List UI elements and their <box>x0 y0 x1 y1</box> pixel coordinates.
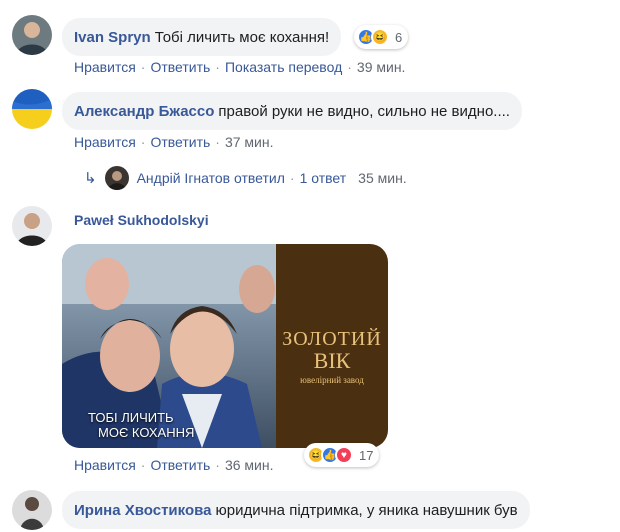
reactions-summary[interactable]: 😆 👍 ♥ 17 <box>304 443 380 467</box>
avatar[interactable] <box>12 206 52 246</box>
timestamp[interactable]: 36 мин. <box>225 457 274 473</box>
avatar[interactable] <box>12 15 52 55</box>
separator: · <box>215 457 220 473</box>
comment-author[interactable]: Александр Бжассо <box>74 103 214 120</box>
comment-bubble: Ирина Хвостикова юридична підтримка, у я… <box>62 491 530 529</box>
replier-name[interactable]: Андрій Ігнатов ответил <box>137 170 285 186</box>
separator: · <box>140 457 146 473</box>
comment-bubble: Александр Бжассо правой руки не видно, с… <box>62 92 522 130</box>
comment-text: правой руки не видно, сильно не видно...… <box>218 102 510 120</box>
separator: · <box>215 59 220 75</box>
like-link[interactable]: Нравится <box>74 457 136 473</box>
love-reaction-icon: ♥ <box>335 446 353 464</box>
timestamp[interactable]: 39 мин. <box>357 59 406 75</box>
brand-title: ВІК <box>313 348 351 373</box>
comment-text: Тобі личить моє кохання! <box>154 28 330 46</box>
separator: · <box>289 170 295 186</box>
replies-summary[interactable]: ↳ Андрій Ігнатов ответил · 1 ответ 35 ми… <box>84 163 407 193</box>
like-link[interactable]: Нравится <box>74 134 136 150</box>
reply-link[interactable]: Ответить <box>150 457 210 473</box>
image-caption: ТОБІ ЛИЧИТЬ МОЄ КОХАННЯ <box>76 410 194 440</box>
caption-line: МОЄ КОХАННЯ <box>98 425 195 440</box>
replier-avatar[interactable] <box>104 166 129 190</box>
reply-count[interactable]: 1 ответ <box>300 170 347 186</box>
comment-actions: Нравится · Ответить · 36 мин. <box>74 457 274 473</box>
reaction-count: 6 <box>395 29 403 45</box>
comment-author[interactable]: Ivan Spryn <box>74 29 151 46</box>
comment-actions: Нравится · Ответить · Показать перевод ·… <box>74 59 405 75</box>
avatar[interactable] <box>12 89 52 129</box>
separator: · <box>140 59 146 75</box>
comment-text: юридична підтримка, у яника навушник був <box>215 501 518 519</box>
separator: · <box>347 59 352 75</box>
separator: · <box>215 134 220 150</box>
haha-reaction-icon: 😆 <box>371 28 389 46</box>
comment-author[interactable]: Ирина Хвостикова <box>74 502 211 519</box>
avatar[interactable] <box>12 490 52 530</box>
reply-arrow-icon: ↳ <box>84 170 97 187</box>
reply-link[interactable]: Ответить <box>150 59 210 75</box>
timestamp[interactable]: 37 мин. <box>225 134 274 150</box>
comment-author[interactable]: Paweł Sukhodolskyi <box>74 212 209 228</box>
brand-subtitle: ювелірний завод <box>300 375 364 385</box>
reply-link[interactable]: Ответить <box>150 134 210 150</box>
caption-line: ТОБІ ЛИЧИТЬ <box>88 410 174 425</box>
like-link[interactable]: Нравится <box>74 59 136 75</box>
comment-bubble: Ivan Spryn Тобі личить моє кохання! <box>62 18 342 56</box>
separator: · <box>140 134 146 150</box>
timestamp: 35 мин. <box>358 170 407 186</box>
reactions-summary[interactable]: 👍 😆 6 <box>354 25 409 49</box>
brand-panel: ЗОЛОТИЙ ВІК ювелірний завод <box>276 244 388 448</box>
translate-link[interactable]: Показать перевод <box>225 59 342 75</box>
photo-scene: ТОБІ ЛИЧИТЬ МОЄ КОХАННЯ <box>62 244 276 448</box>
reaction-count: 17 <box>359 447 374 463</box>
comment-actions: Нравится · Ответить · 37 мин. <box>74 134 274 150</box>
comment-image[interactable]: ТОБІ ЛИЧИТЬ МОЄ КОХАННЯ ЗОЛОТИЙ ВІК ювел… <box>62 244 388 448</box>
